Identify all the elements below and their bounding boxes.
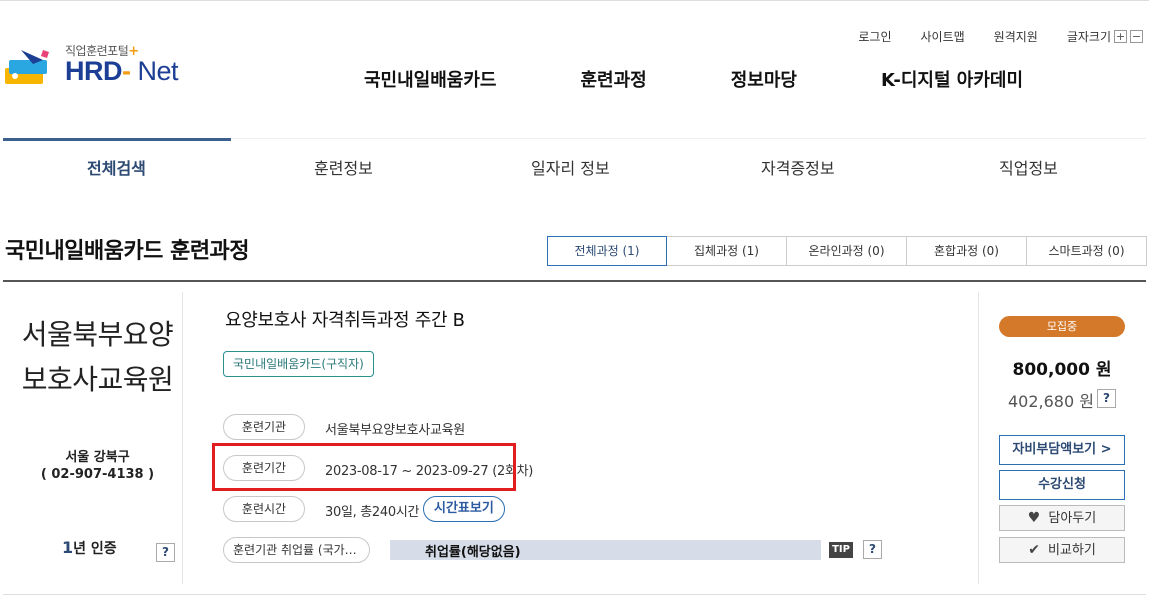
wishlist-button[interactable]: ♥ 담아두기 xyxy=(999,505,1125,531)
subnav-tab-training-info[interactable]: 훈련정보 xyxy=(314,155,373,179)
cert-years-number: 1 xyxy=(62,538,74,557)
self-pay-price: 402,680 원 xyxy=(1008,392,1094,411)
check-icon: ✔ xyxy=(1028,542,1040,558)
sitemap-link[interactable]: 사이트맵 xyxy=(920,28,964,45)
subnav-tab-job-info[interactable]: 일자리 정보 xyxy=(531,155,610,179)
logo-text: HRD- Net xyxy=(65,56,179,86)
subnav-tab-cert-info[interactable]: 자격증정보 xyxy=(761,155,835,179)
tab-blended-courses[interactable]: 혼합과정 (0) xyxy=(907,236,1027,266)
card-type-tag: 국민내일배움카드(구직자) xyxy=(223,351,374,377)
label-employment-rate: 훈련기관 취업률 (국가… xyxy=(223,537,370,563)
font-size-label: 글자크기 xyxy=(1066,30,1111,44)
cert-years-label: 년 인증 xyxy=(73,541,117,557)
page-title: 국민내일배움카드 훈련과정 xyxy=(5,239,250,264)
status-badge: 모집중 xyxy=(999,316,1125,337)
wishlist-label: 담아두기 xyxy=(1048,511,1097,526)
label-training-hours: 훈련시간 xyxy=(223,496,305,522)
institution-phone: ( 02-907-4138 ) xyxy=(40,467,155,482)
price-help-button[interactable]: ? xyxy=(1097,389,1116,408)
subnav-tab-career-info[interactable]: 직업정보 xyxy=(999,155,1058,179)
value-training-hours: 30일, 총240시간 xyxy=(325,505,420,520)
remote-support-link[interactable]: 원격지원 xyxy=(994,28,1038,45)
compare-label: 비교하기 xyxy=(1047,543,1096,558)
institution-contact: 서울 강북구 ( 02-907-4138 ) xyxy=(20,449,175,483)
login-link[interactable]: 로그인 xyxy=(858,28,891,45)
cert-help-button[interactable]: ? xyxy=(156,543,175,562)
gnb-item-k-digital[interactable]: K-디지털 아카데미 xyxy=(881,66,1023,92)
gnb-item-learning-card[interactable]: 국민내일배움카드 xyxy=(364,66,496,92)
title-divider xyxy=(3,280,1146,282)
column-divider xyxy=(182,292,183,584)
heart-icon: ♥ xyxy=(1027,510,1041,526)
global-nav: 국민내일배움카드 훈련과정 정보마당 K-디지털 아카데미 xyxy=(364,66,1023,92)
compare-button[interactable]: ✔ 비교하기 xyxy=(999,537,1125,563)
font-increase-button[interactable]: + xyxy=(1114,30,1127,43)
tab-all-courses[interactable]: 전체과정 (1) xyxy=(547,236,667,266)
institution-region: 서울 강북구 xyxy=(65,450,130,465)
subnav-tab-all-search[interactable]: 전체검색 xyxy=(87,155,146,179)
hrd-net-logo[interactable]: 직업훈련포털+ HRD- Net xyxy=(3,42,203,92)
training-period-highlight xyxy=(212,443,516,491)
value-training-institution: 서울북부요양보호사교육원 xyxy=(325,423,465,438)
top-border xyxy=(0,0,1149,3)
sub-nav: 전체검색 훈련정보 일자리 정보 자격증정보 직업정보 xyxy=(3,138,1146,194)
card-bottom-border xyxy=(3,594,1146,595)
apply-button[interactable]: 수강신청 xyxy=(999,470,1125,500)
gnb-item-courses[interactable]: 훈련과정 xyxy=(580,66,646,92)
employment-help-button[interactable]: ? xyxy=(863,540,882,559)
tip-badge[interactable]: TIP xyxy=(829,542,853,558)
course-title[interactable]: 요양보호사 자격취득과정 주간 B xyxy=(225,306,465,332)
utility-menu: 로그인 사이트맵 원격지원 글자크기 + − xyxy=(829,28,1143,45)
column-divider xyxy=(978,292,979,584)
timetable-button[interactable]: 시간표보기 xyxy=(423,496,505,522)
institution-name[interactable]: 서울북부요양보호사교육원 xyxy=(20,312,175,402)
tab-online-courses[interactable]: 온라인과정 (0) xyxy=(787,236,907,266)
employment-rate-value: 취업률(해당없음) xyxy=(425,545,521,560)
tab-smart-courses[interactable]: 스마트과정 (0) xyxy=(1027,236,1147,266)
course-type-tabs: 전체과정 (1) 집체과정 (1) 온라인과정 (0) 혼합과정 (0) 스마트… xyxy=(547,236,1147,266)
subnav-active-indicator xyxy=(3,138,231,141)
course-price: 800,000 원 xyxy=(1012,360,1112,380)
tab-offline-courses[interactable]: 집체과정 (1) xyxy=(667,236,787,266)
self-pay-view-button[interactable]: 자비부담액보기 > xyxy=(999,435,1125,465)
font-decrease-button[interactable]: − xyxy=(1130,30,1143,43)
label-training-institution: 훈련기관 xyxy=(223,414,305,440)
logo-mark-icon xyxy=(5,50,49,84)
certification-badge: 1년 인증 xyxy=(62,538,117,558)
gnb-item-info[interactable]: 정보마당 xyxy=(731,66,797,92)
